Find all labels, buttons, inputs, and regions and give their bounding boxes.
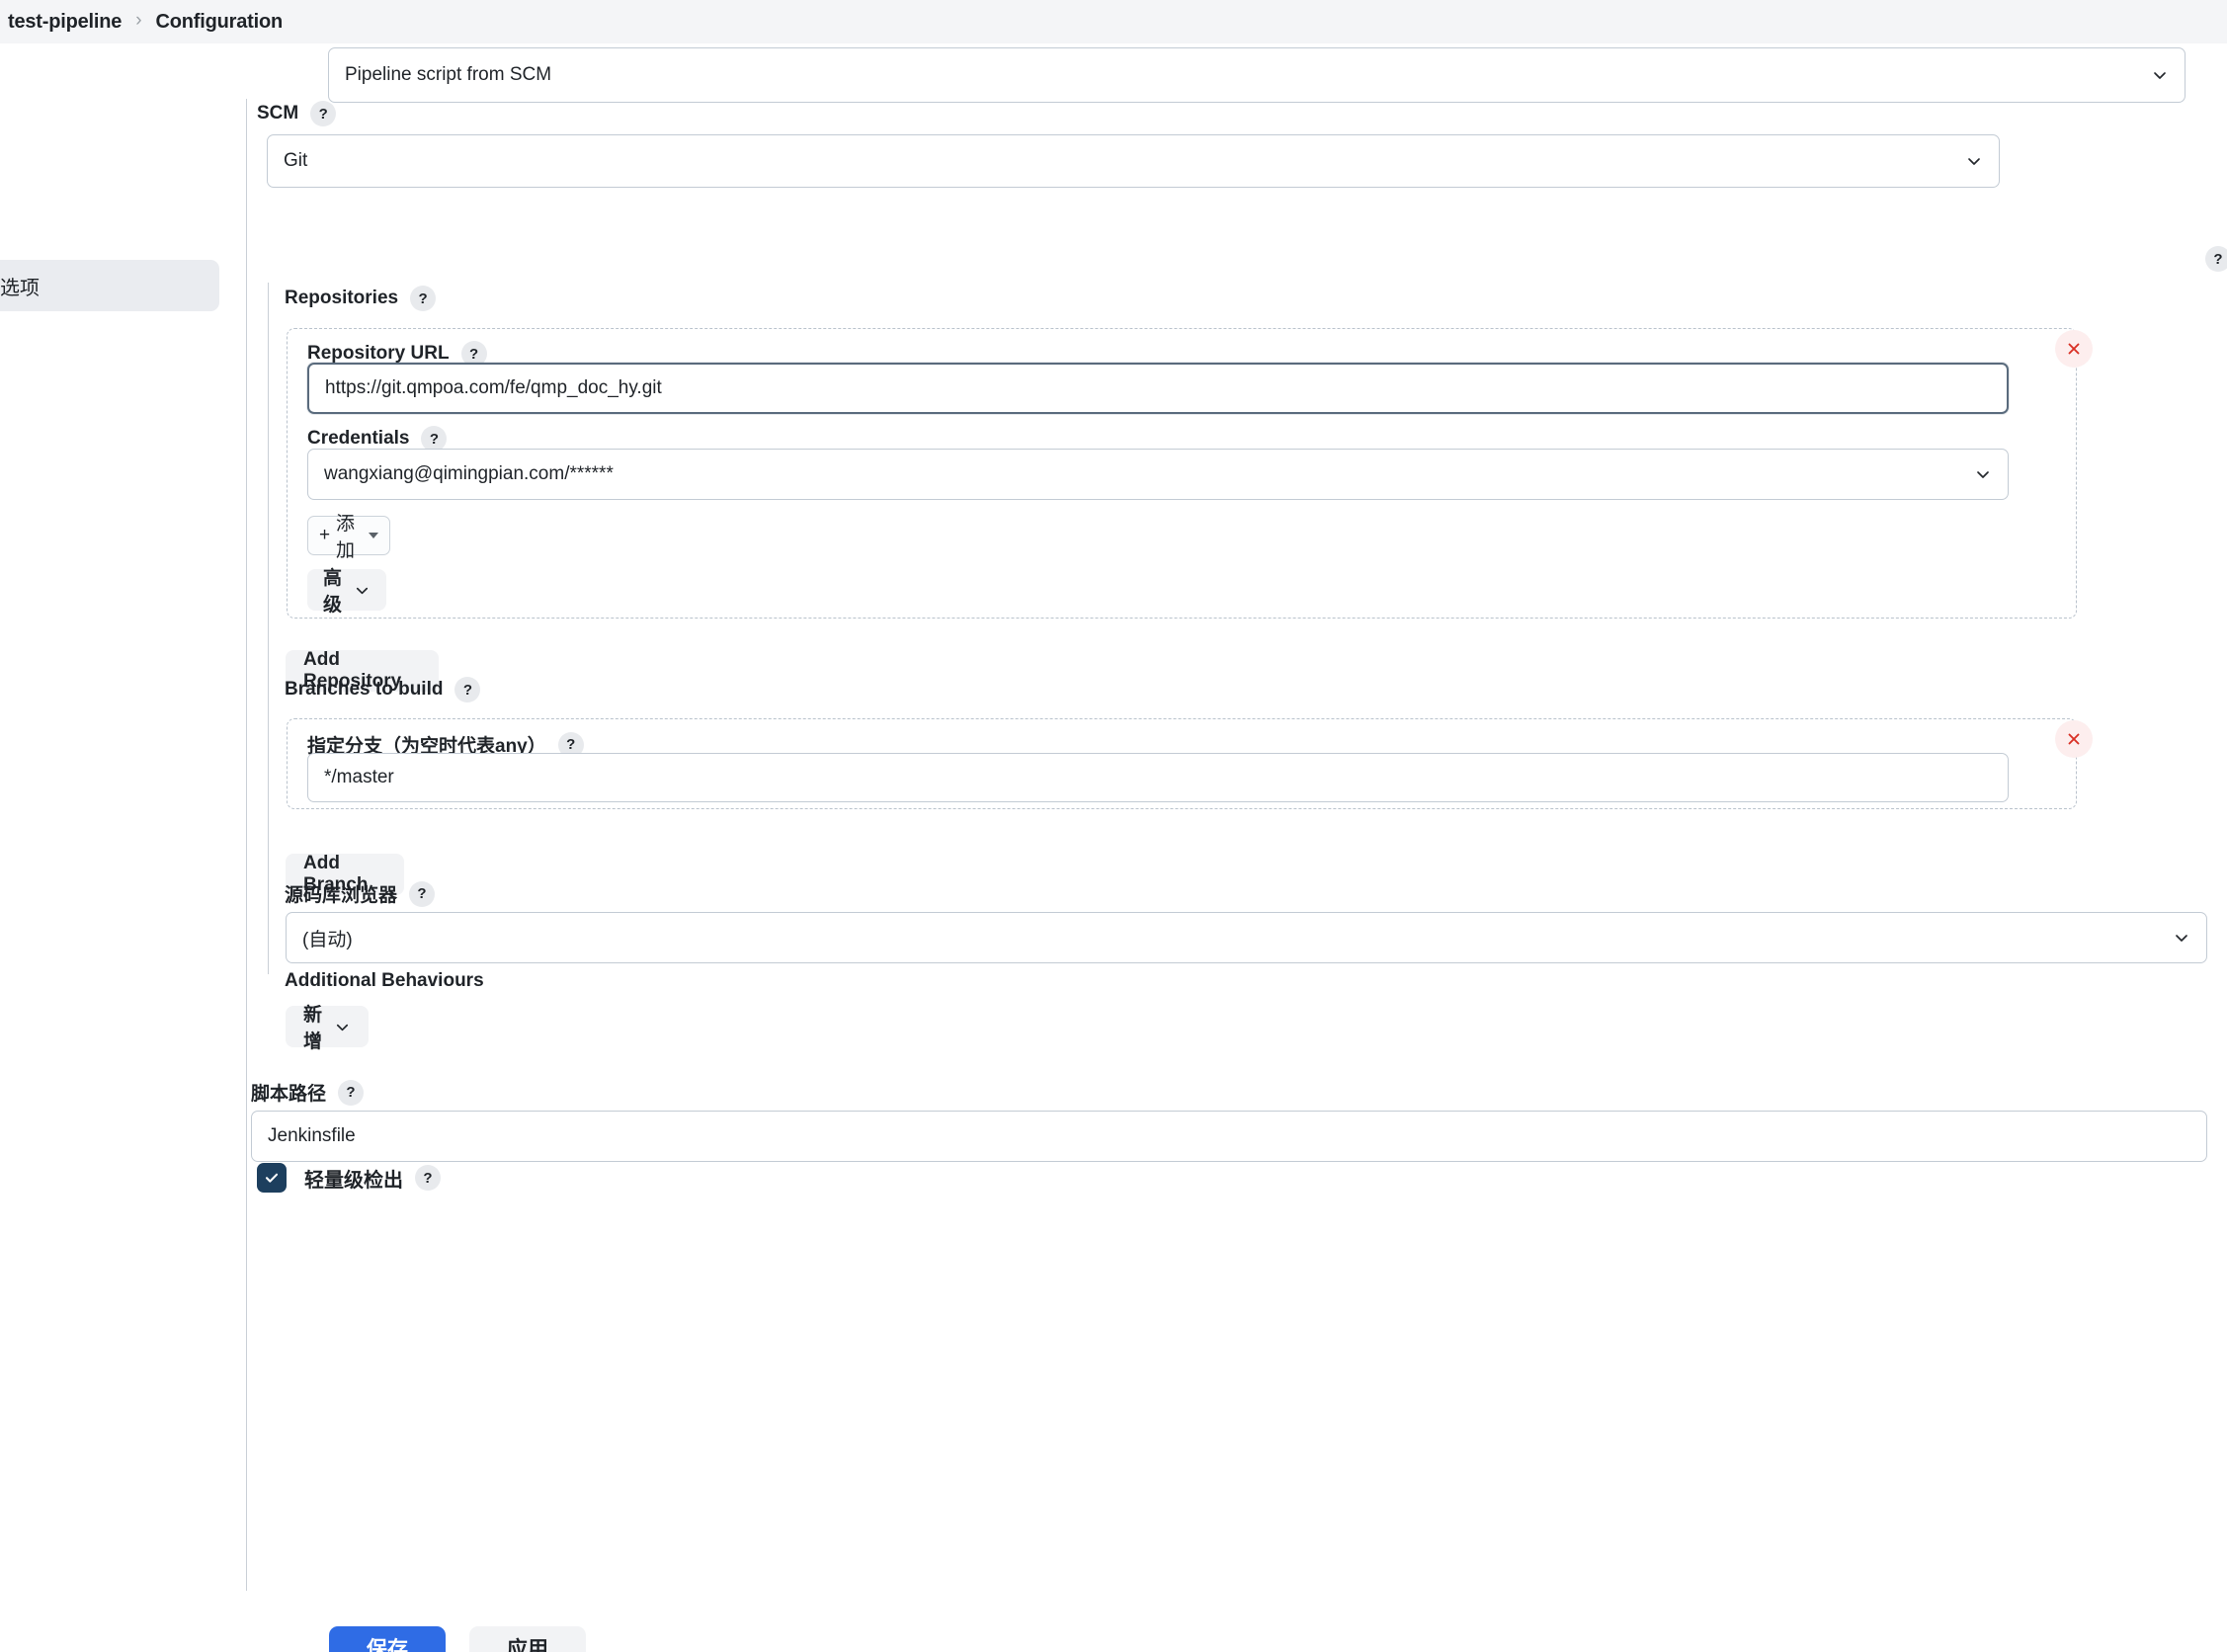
additional-behaviours-label: Additional Behaviours bbox=[285, 970, 484, 992]
repository-browser-help-icon[interactable]: ? bbox=[409, 880, 436, 907]
repositories-group-rail bbox=[268, 283, 269, 974]
add-credentials-prefix: + bbox=[318, 525, 331, 545]
repositories-label: Repositories ? bbox=[285, 286, 437, 311]
scm-select[interactable]: Git bbox=[267, 134, 2000, 188]
repository-browser-label: 源码库浏览器 ? bbox=[285, 880, 436, 907]
script-path-value: Jenkinsfile bbox=[268, 1125, 356, 1146]
breadcrumb-item-configuration[interactable]: Configuration bbox=[156, 11, 284, 34]
repository-advanced-button[interactable]: 高级 bbox=[307, 568, 386, 616]
close-icon bbox=[2068, 343, 2080, 355]
chevron-down-icon bbox=[2173, 929, 2190, 947]
credentials-value: wangxiang@qimingpian.com/****** bbox=[324, 463, 614, 484]
save-button-label: 保存 bbox=[367, 1638, 408, 1652]
configuration-form: 定义 Pipeline script from SCM SCM ? Git bbox=[246, 43, 2227, 1652]
add-credentials-button[interactable]: + 添加 bbox=[307, 514, 390, 561]
remove-repository-button[interactable] bbox=[2055, 330, 2093, 368]
additional-behaviours-label-text: Additional Behaviours bbox=[285, 970, 484, 991]
branch-specifier-input[interactable]: */master bbox=[307, 753, 2009, 802]
pipeline-definition-value: Pipeline script from SCM bbox=[345, 64, 552, 85]
chevron-down-icon bbox=[2151, 66, 2169, 84]
credentials-label-text: Credentials bbox=[307, 428, 410, 449]
repository-browser-label-text: 源码库浏览器 bbox=[285, 885, 398, 906]
branches-to-build-label-text: Branches to build bbox=[285, 679, 444, 700]
branch-specifier-value: */master bbox=[324, 767, 394, 787]
repository-url-input[interactable]: https://git.qmpoa.com/fe/qmp_doc_hy.git bbox=[307, 363, 2009, 414]
caret-down-icon bbox=[369, 533, 379, 538]
repository-browser-select[interactable]: (自动) bbox=[286, 912, 2207, 963]
repository-url-value: https://git.qmpoa.com/fe/qmp_doc_hy.git bbox=[325, 377, 662, 398]
check-icon bbox=[265, 1173, 279, 1183]
scm-help-icon[interactable]: ? bbox=[310, 101, 337, 126]
scm-label-text: SCM bbox=[257, 103, 299, 124]
form-bottom-rail bbox=[246, 1097, 247, 1591]
add-credentials-label: 添加 bbox=[336, 514, 356, 561]
additional-behaviours-add-label: 新增 bbox=[303, 1005, 323, 1052]
remove-branch-button[interactable] bbox=[2055, 720, 2093, 758]
form-actions-bar: 保存 应用 bbox=[0, 1595, 2227, 1652]
additional-behaviours-add-button[interactable]: 新增 bbox=[286, 1005, 369, 1052]
script-path-label-text: 脚本路径 bbox=[251, 1084, 327, 1105]
sidebar-item-label: 选项 bbox=[0, 277, 40, 299]
branches-to-build-help-icon[interactable]: ? bbox=[454, 677, 481, 702]
lightweight-checkout-control: 轻量级检出 ? bbox=[257, 1163, 441, 1193]
breadcrumb-item-test-pipeline[interactable]: test-pipeline bbox=[8, 11, 122, 34]
lightweight-checkout-label-text: 轻量级检出 bbox=[304, 1169, 403, 1192]
branches-to-build-label: Branches to build ? bbox=[285, 677, 481, 702]
apply-button[interactable]: 应用 bbox=[469, 1626, 586, 1652]
chevron-down-icon bbox=[354, 582, 371, 599]
repositories-help-icon[interactable]: ? bbox=[410, 286, 437, 311]
close-icon bbox=[2068, 733, 2080, 745]
lightweight-checkout-help-icon[interactable]: ? bbox=[415, 1165, 441, 1191]
lightweight-checkout-checkbox[interactable] bbox=[257, 1163, 287, 1193]
chevron-down-icon bbox=[334, 1019, 351, 1035]
credentials-select[interactable]: wangxiang@qimingpian.com/****** bbox=[307, 449, 2009, 500]
scm-select-value: Git bbox=[284, 150, 308, 171]
sidebar-item-options[interactable]: 选项 bbox=[0, 260, 219, 311]
script-path-help-icon[interactable]: ? bbox=[338, 1079, 365, 1106]
repositories-label-text: Repositories bbox=[285, 288, 399, 308]
breadcrumb: test-pipeline › Configuration bbox=[0, 0, 2227, 43]
apply-button-label: 应用 bbox=[507, 1638, 548, 1652]
script-path-input[interactable]: Jenkinsfile bbox=[251, 1111, 2207, 1162]
scm-label: SCM ? bbox=[257, 101, 337, 126]
chevron-down-icon bbox=[1974, 465, 1992, 483]
repository-url-label-text: Repository URL bbox=[307, 343, 450, 364]
scm-group-rail bbox=[246, 99, 247, 1097]
repository-browser-value: (自动) bbox=[302, 929, 353, 950]
save-button[interactable]: 保存 bbox=[329, 1626, 446, 1652]
breadcrumb-separator-icon: › bbox=[135, 10, 142, 31]
script-path-label: 脚本路径 ? bbox=[251, 1079, 365, 1106]
lightweight-checkout-label: 轻量级检出 ? bbox=[304, 1164, 441, 1193]
page-root: test-pipeline › Configuration re 选项 定义 P… bbox=[0, 0, 2227, 1652]
chevron-down-icon bbox=[1965, 152, 1983, 170]
repository-advanced-label: 高级 bbox=[323, 568, 343, 616]
pipeline-definition-select[interactable]: Pipeline script from SCM bbox=[328, 47, 2186, 103]
scm-side-help-icon[interactable]: ? bbox=[2205, 246, 2227, 272]
